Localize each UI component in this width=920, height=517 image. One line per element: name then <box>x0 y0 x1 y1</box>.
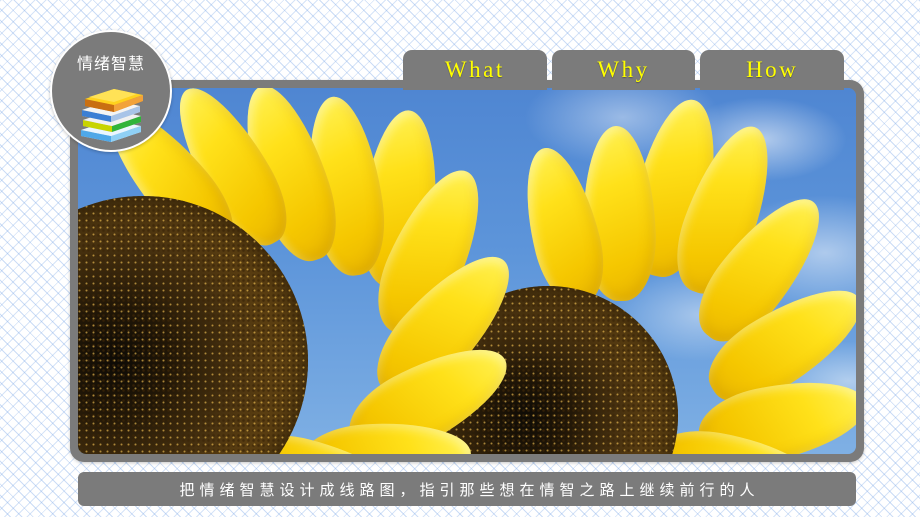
caption-bar: 把情绪智慧设计成线路图，指引那些想在情智之路上继续前行的人 <box>78 472 856 506</box>
stacked-books-icon <box>75 80 147 151</box>
logo-badge[interactable]: 情绪智慧 <box>50 30 172 152</box>
badge-title: 情绪智慧 <box>76 54 145 73</box>
tab-how-label: How <box>746 56 799 82</box>
tab-what[interactable]: What <box>403 50 547 90</box>
photo-panel <box>70 80 864 462</box>
sunflower-photo <box>78 88 856 454</box>
tab-why-label: Why <box>597 56 650 82</box>
tab-how[interactable]: How <box>700 50 845 90</box>
slide-canvas: What Why How 情绪智慧 把情绪智慧设计成线路图，指引那些想在情智之路… <box>0 0 920 517</box>
caption-text: 把情绪智慧设计成线路图，指引那些想在情智之路上继续前行的人 <box>179 480 760 499</box>
tab-bar: What Why How <box>403 50 845 90</box>
tab-what-label: What <box>444 56 505 82</box>
tab-why[interactable]: Why <box>551 50 696 90</box>
